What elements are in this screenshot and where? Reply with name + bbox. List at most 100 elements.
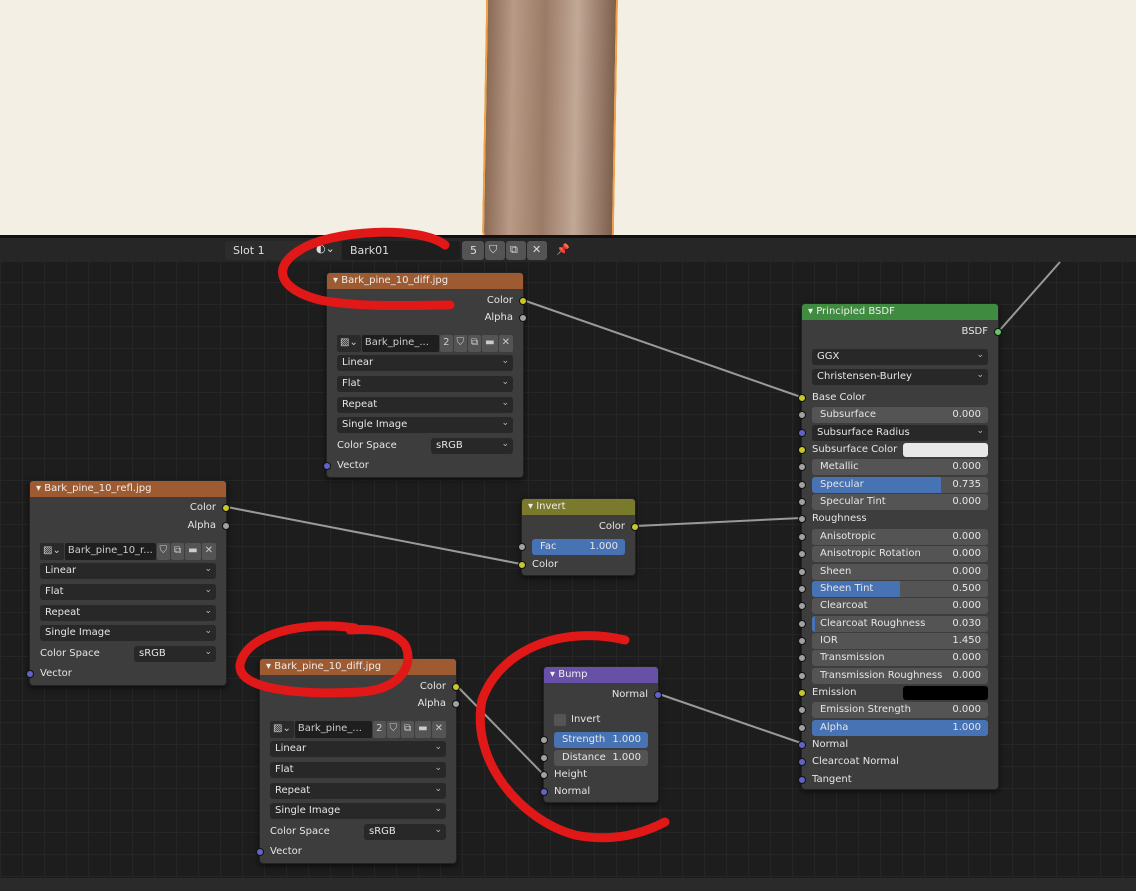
slider-field[interactable]: Anisotropic Rotation 0.000 [812,546,988,563]
input-anisotropic-rotation[interactable]: Anisotropic Rotation 0.000 [798,546,998,563]
slider-field[interactable]: Specular Tint 0.000 [812,494,988,511]
unlink-image-icon[interactable]: ✕ [498,335,513,352]
input-single-image[interactable]: Single Image ⌄ [260,803,456,819]
socket-color[interactable] [519,297,527,305]
unlink-image-icon[interactable]: ✕ [431,721,446,738]
image-browse-icon[interactable]: ▨⌄ [270,721,294,738]
collapse-arrow-icon[interactable]: ▾ [808,306,816,317]
duplicate-image-icon[interactable]: ⧉ [171,543,185,560]
dropdown[interactable]: Flat ⌄ [40,584,216,600]
socket-shader[interactable] [994,328,1002,336]
socket-color[interactable] [222,504,230,512]
socket-color[interactable] [631,523,639,531]
image-selector[interactable]: ▨⌄ Bark_pine_10_r... ⛉ ⧉ ▬ ✕ [40,543,216,560]
input-christensen-burley[interactable]: Christensen-Burley ⌄ [802,369,998,385]
dropdown[interactable]: Flat ⌄ [270,762,446,778]
image-browse-icon[interactable]: ▨⌄ [337,335,361,352]
input-invert[interactable]: Invert [544,712,658,728]
slider-field[interactable]: Transmission Roughness 0.000 [812,667,988,684]
socket-vector[interactable] [798,741,806,749]
slider-field[interactable]: Anisotropic 0.000 [812,528,988,545]
socket-color[interactable] [798,394,806,402]
socket-float[interactable] [540,736,548,744]
input-specular[interactable]: Specular 0.735 [798,476,998,493]
collapse-arrow-icon[interactable]: ▾ [333,275,341,286]
dropdown[interactable]: Single Image ⌄ [270,803,446,819]
socket-vector[interactable] [256,848,264,856]
socket-float[interactable] [540,754,548,762]
dropdown[interactable]: Linear ⌄ [270,741,446,757]
tree-trunk-object[interactable] [481,0,619,235]
input-image[interactable]: ▨⌄ Bark_pine_... 2 ⛉ ⧉ ▬ ✕ [327,335,523,352]
socket-float[interactable] [222,522,230,530]
node-header[interactable]: ▾ Bark_pine_10_diff.jpg [327,273,523,289]
color-space-dropdown[interactable]: sRGB ⌄ [431,438,513,454]
fake-user-shield-icon[interactable]: ⛉ [156,543,171,560]
input-metallic[interactable]: Metallic 0.000 [798,459,998,476]
input-linear[interactable]: Linear ⌄ [260,741,456,757]
open-image-folder-icon[interactable]: ▬ [482,335,498,352]
slider-field[interactable]: Subsurface 0.000 [812,407,988,424]
color-swatch[interactable] [903,685,988,700]
input-emission-strength[interactable]: Emission Strength 0.000 [798,702,998,719]
input-color-space[interactable]: Color Space sRGB ⌄ [260,824,456,840]
dropdown[interactable]: Repeat ⌄ [270,783,446,799]
material-name-field[interactable]: Bark01 [342,241,460,260]
socket-float[interactable] [798,584,806,593]
unlink-material-icon[interactable]: ✕ [527,241,547,260]
input-transmission-roughness[interactable]: Transmission Roughness 0.000 [798,667,998,684]
socket-float[interactable] [798,463,806,472]
collapse-arrow-icon[interactable]: ▾ [266,661,274,672]
input-ior[interactable]: IOR 1.450 [798,632,998,649]
slider-field[interactable]: Sheen 0.000 [812,563,988,580]
input-flat[interactable]: Flat ⌄ [327,376,523,392]
node-diff-bottom[interactable]: ▾ Bark_pine_10_diff.jpg Color Alpha ▨⌄ Bark_… [256,658,460,864]
input-repeat[interactable]: Repeat ⌄ [30,605,226,621]
slider-field[interactable]: Transmission 0.000 [812,650,988,667]
socket-float[interactable] [540,771,548,779]
slider-field[interactable]: Clearcoat Roughness 0.030 [812,615,988,632]
duplicate-image-icon[interactable]: ⧉ [468,335,482,352]
collapse-arrow-icon[interactable]: ▾ [36,483,44,494]
dropdown[interactable]: Linear ⌄ [337,355,513,371]
duplicate-image-icon[interactable]: ⧉ [401,721,415,738]
socket-vector[interactable] [798,775,806,784]
slot-selector[interactable]: Slot 1 [225,241,313,260]
input-linear[interactable]: Linear ⌄ [327,355,523,371]
node-header[interactable]: ▾ Bark_pine_10_diff.jpg [260,659,456,675]
node-header[interactable]: ▾ Principled BSDF [802,304,998,320]
dropdown[interactable]: Repeat ⌄ [337,397,513,413]
socket-float[interactable] [518,543,526,551]
node-diff-top[interactable]: ▾ Bark_pine_10_diff.jpg Color Alpha ▨⌄ Bark_… [323,272,527,478]
socket-float[interactable] [798,723,806,732]
slider-field[interactable]: Specular 0.735 [812,476,988,493]
collapse-arrow-icon[interactable]: ▾ [528,501,536,512]
image-name-field[interactable]: Bark_pine_... [294,721,373,738]
input-alpha[interactable]: Alpha 1.000 [798,719,998,736]
socket-float[interactable] [798,480,806,489]
node-bump[interactable]: ▾ Bump Normal Invert Strength 1.000 Distance 1… [540,666,662,803]
input-flat[interactable]: Flat ⌄ [260,762,456,778]
socket-float[interactable] [798,619,806,628]
socket-float[interactable] [798,706,806,715]
image-name-field[interactable]: Bark_pine_... [361,335,440,352]
node-header[interactable]: ▾ Bump [544,667,658,683]
socket-float[interactable] [798,636,806,645]
slider-field[interactable]: Strength 1.000 [554,732,648,748]
slider-field[interactable]: Emission Strength 0.000 [812,702,988,719]
slider-field[interactable]: Sheen Tint 0.500 [812,580,988,597]
input-strength[interactable]: Strength 1.000 [540,732,658,748]
socket-float[interactable] [798,550,806,559]
input-transmission[interactable]: Transmission 0.000 [798,650,998,667]
socket-color[interactable] [798,446,806,455]
input-repeat[interactable]: Repeat ⌄ [260,783,456,799]
socket-float[interactable] [798,602,806,611]
color-space-dropdown[interactable]: sRGB ⌄ [364,824,446,840]
open-image-folder-icon[interactable]: ▬ [415,721,431,738]
duplicate-material-icon[interactable]: ⧉ [506,241,526,260]
input-color-space[interactable]: Color Space sRGB ⌄ [327,438,523,454]
input-color-space[interactable]: Color Space sRGB ⌄ [30,646,226,662]
socket-float[interactable] [798,532,806,541]
slider-field[interactable]: Distance 1.000 [554,750,648,766]
socket-float[interactable] [798,671,806,680]
